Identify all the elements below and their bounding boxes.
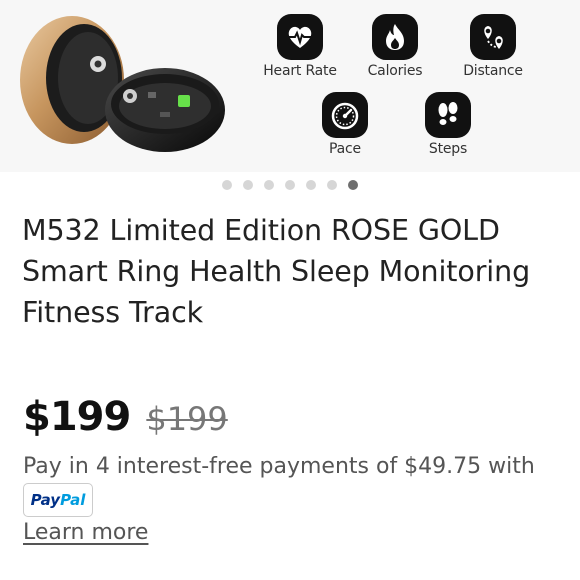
paypal-logo: Pay Pal: [23, 483, 93, 517]
carousel-indicator[interactable]: [0, 180, 580, 194]
feature-pace: Pace: [300, 92, 390, 157]
footprints-icon: [425, 92, 471, 138]
carousel-dot[interactable]: [222, 180, 232, 190]
carousel-dot[interactable]: [348, 180, 358, 190]
carousel-dot[interactable]: [243, 180, 253, 190]
map-pin-icon: [470, 14, 516, 60]
carousel-dot[interactable]: [306, 180, 316, 190]
current-price: $199: [23, 394, 131, 440]
installments-text: Pay in 4 interest-free payments of $49.7…: [23, 454, 535, 479]
flame-icon: [372, 14, 418, 60]
heart-rate-icon: [277, 14, 323, 60]
feature-distance: Distance: [448, 14, 538, 79]
smart-ring-image: [20, 16, 225, 152]
carousel-dot[interactable]: [285, 180, 295, 190]
feature-steps: Steps: [403, 92, 493, 157]
product-title: M532 Limited Edition ROSE GOLD Smart Rin…: [22, 214, 531, 329]
carousel-dot[interactable]: [327, 180, 337, 190]
learn-more-link[interactable]: Learn more: [23, 520, 148, 545]
speedometer-icon: [322, 92, 368, 138]
feature-heart-rate: Heart Rate: [255, 14, 345, 79]
product-image[interactable]: Heart Rate Calories Distance Pace Steps: [0, 0, 580, 172]
price-row: $199 $199: [23, 394, 228, 442]
feature-calories: Calories: [350, 14, 440, 79]
carousel-dot[interactable]: [264, 180, 274, 190]
original-price: $199: [146, 400, 228, 438]
